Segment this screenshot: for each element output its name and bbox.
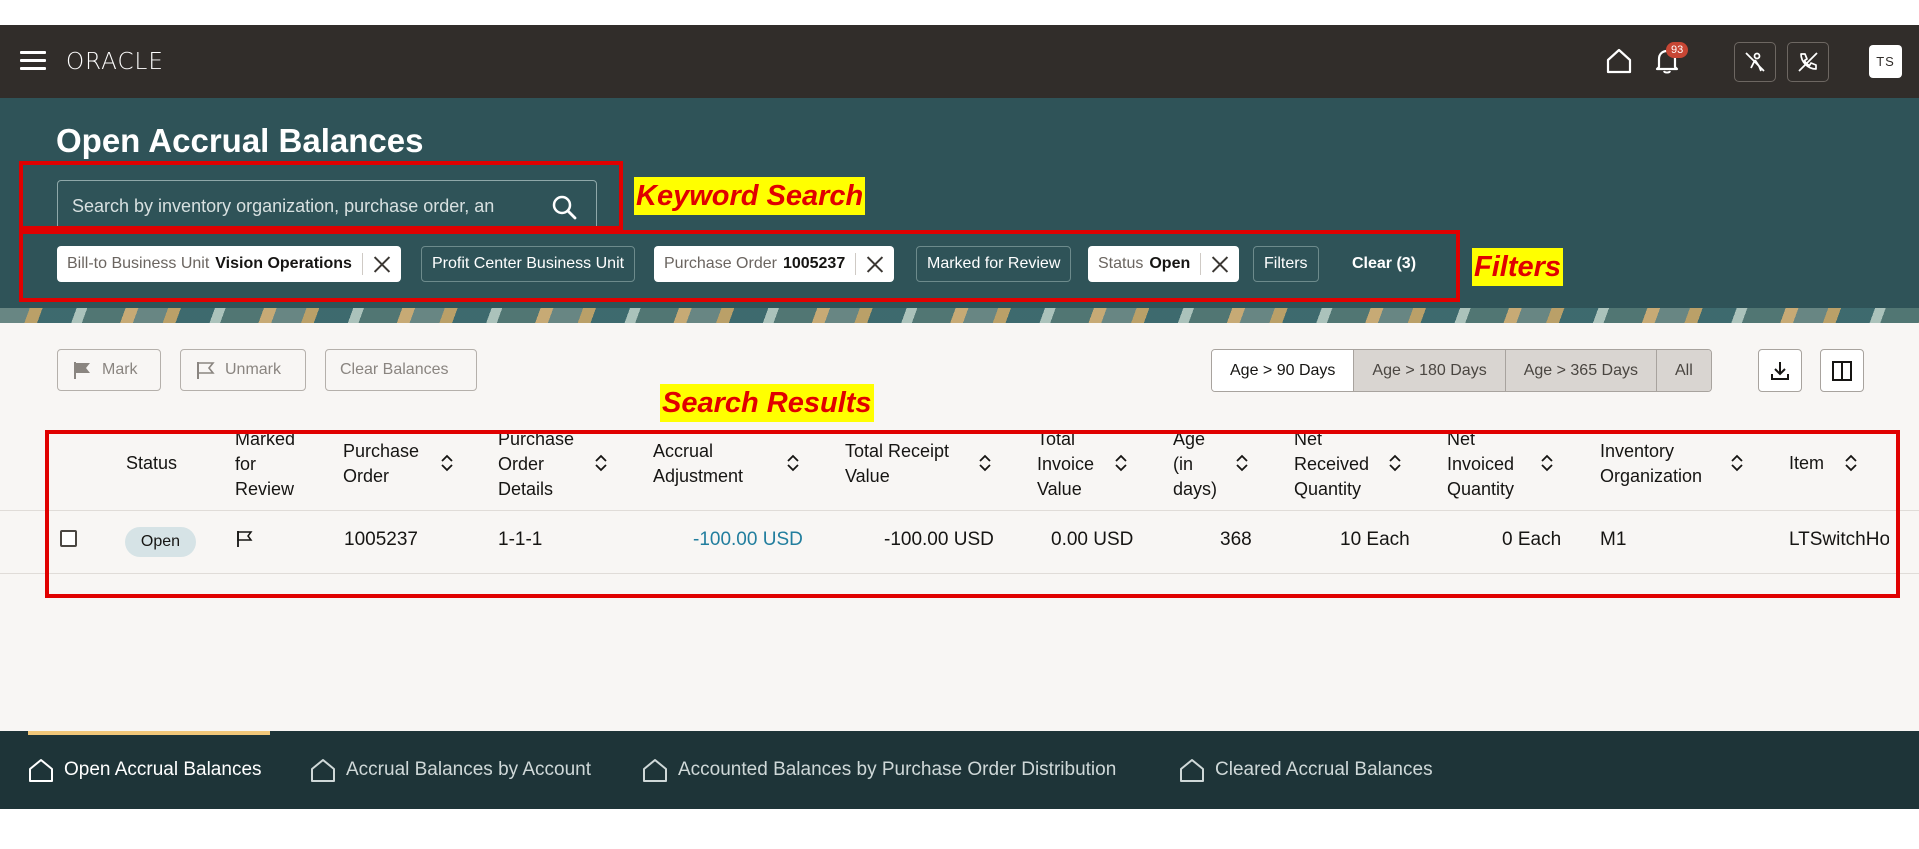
clear-balances-button[interactable]: Clear Balances [325,349,477,391]
flag-filled-icon [74,362,90,379]
nav-label: Cleared Accrual Balances [1215,759,1433,780]
filters-annotation-box [19,230,1460,302]
decorative-pattern [0,308,1919,323]
home-icon [29,759,53,782]
download-icon[interactable] [1758,349,1802,392]
home-icon [1180,759,1204,782]
accessibility-off-icon[interactable] [1734,42,1776,82]
home-icon [643,759,667,782]
nav-cleared-accrual-balances[interactable]: Cleared Accrual Balances [1179,731,1433,809]
home-icon [311,759,335,782]
page-title: Open Accrual Balances [56,122,424,159]
unmark-label: Unmark [225,361,282,378]
columns-icon[interactable] [1820,349,1864,392]
notification-count-badge: 93 [1666,42,1689,58]
age-180-days-button[interactable]: Age > 180 Days [1353,350,1505,391]
home-icon[interactable] [1601,43,1637,79]
phone-off-icon[interactable] [1787,42,1829,82]
nav-label: Open Accrual Balances [64,759,262,780]
oracle-logo: ORACLE [66,49,164,75]
app-page: ORACLE 93 TS Open Accrual Balances Bill-… [0,0,1919,849]
global-header: ORACLE 93 TS [0,25,1919,98]
age-filter-segmented-control: Age > 90 Days Age > 180 Days Age > 365 D… [1211,349,1712,392]
keyword-search-annotation: Keyword Search [634,177,866,215]
nav-accounted-balances-by-po-distribution[interactable]: Accounted Balances by Purchase Order Dis… [642,731,1116,809]
nav-label: Accrual Balances by Account [346,759,592,780]
filters-annotation: Filters [1472,248,1564,286]
nav-open-accrual-balances[interactable]: Open Accrual Balances [28,731,262,809]
keyword-search-annotation-box [19,161,623,230]
nav-accrual-balances-by-account[interactable]: Accrual Balances by Account [310,731,591,809]
age-365-days-button[interactable]: Age > 365 Days [1504,350,1656,391]
search-results-annotation: Search Results [660,384,874,422]
age-all-button[interactable]: All [1656,350,1711,391]
menu-icon[interactable] [20,51,46,71]
unmark-button[interactable]: Unmark [180,349,306,391]
clear-balances-label: Clear Balances [340,361,449,378]
mark-button[interactable]: Mark [57,349,161,391]
nav-label: Accounted Balances by Purchase Order Dis… [678,759,1117,780]
flag-outline-icon [197,362,215,379]
mark-label: Mark [102,361,138,378]
search-results-annotation-box [45,430,1900,598]
user-avatar[interactable]: TS [1869,45,1902,78]
bottom-navigation: Open Accrual Balances Accrual Balances b… [0,731,1919,809]
age-90-days-button[interactable]: Age > 90 Days [1212,350,1354,391]
